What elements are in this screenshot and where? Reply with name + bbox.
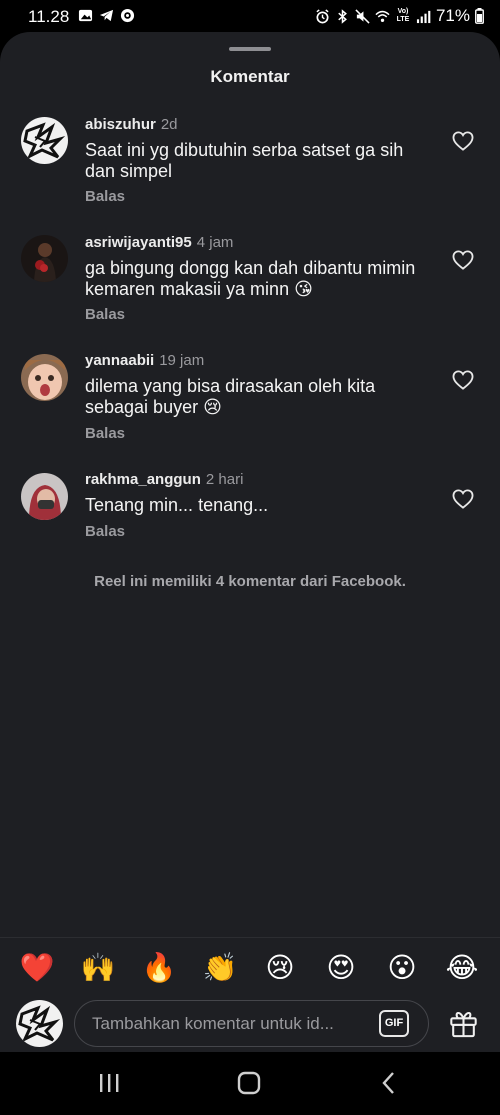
avatar-image-icon bbox=[16, 1000, 63, 1047]
my-avatar bbox=[16, 1000, 63, 1047]
comment-text: dilema yang bisa dirasakan oleh kita seb… bbox=[85, 376, 376, 417]
quick-reactions: ❤️ 🙌 🔥 👏 😢 😍 😮 😂 bbox=[0, 950, 500, 986]
reaction-raised-hands-icon[interactable]: 🙌 bbox=[78, 950, 118, 986]
comment-input-box: GIF bbox=[74, 1000, 429, 1047]
telegram-icon bbox=[99, 9, 114, 22]
comments-sheet: Komentar abiszuhur 2d Saat ini yg dibutuh… bbox=[0, 32, 500, 1052]
avatar[interactable] bbox=[21, 235, 68, 282]
status-bar: 11.28 Vo) LTE 71% bbox=[0, 0, 500, 34]
reaction-clap-icon[interactable]: 👏 bbox=[200, 950, 240, 986]
comment-username[interactable]: abiszuhur bbox=[85, 116, 156, 133]
comment-text: Saat ini yg dibutuhin serba satset ga si… bbox=[85, 140, 404, 181]
gif-button[interactable]: GIF bbox=[379, 1010, 409, 1037]
avatar[interactable] bbox=[21, 117, 68, 164]
comment-username[interactable]: rakhma_anggun bbox=[85, 471, 201, 488]
like-heart-icon[interactable] bbox=[452, 250, 474, 270]
recent-apps-icon[interactable] bbox=[94, 1070, 124, 1096]
avatar-image-icon bbox=[21, 354, 68, 401]
avatar-image-icon bbox=[21, 117, 68, 164]
avatar-image-icon bbox=[21, 473, 68, 520]
comment-time: 2 hari bbox=[205, 471, 244, 488]
battery-percent: 71% bbox=[435, 6, 470, 25]
like-heart-icon[interactable] bbox=[452, 489, 474, 509]
mute-icon bbox=[355, 8, 370, 24]
reply-button[interactable]: Balas bbox=[85, 523, 125, 540]
status-time: 11.28 bbox=[28, 7, 70, 26]
battery-icon bbox=[475, 8, 484, 24]
reaction-cry-icon[interactable]: 😢 bbox=[260, 950, 300, 986]
alarm-icon bbox=[316, 8, 329, 23]
comment-time: 4 jam bbox=[196, 234, 234, 251]
app-icon bbox=[120, 8, 135, 23]
home-icon[interactable] bbox=[234, 1070, 264, 1096]
reply-button[interactable]: Balas bbox=[85, 306, 125, 323]
comment-username[interactable]: yannaabii bbox=[85, 352, 154, 369]
reaction-fire-icon[interactable]: 🔥 bbox=[139, 950, 179, 986]
system-icons: Vo) LTE 71% bbox=[315, 6, 484, 26]
comments-source-note: Reel ini memiliki 4 komentar dari Facebo… bbox=[94, 573, 406, 590]
notification-icons bbox=[78, 8, 135, 23]
gallery-icon bbox=[78, 9, 93, 22]
comment-text: ga bingung dongg kan dah dibantu mimin k… bbox=[85, 258, 416, 299]
lte-label: Vo) LTE bbox=[396, 8, 410, 23]
comment-text: Tenang min... tenang... bbox=[85, 495, 269, 515]
reply-button[interactable]: Balas bbox=[85, 425, 125, 442]
like-heart-icon[interactable] bbox=[452, 370, 474, 390]
reaction-heart-eyes-icon[interactable]: 😍 bbox=[321, 950, 361, 986]
like-heart-icon[interactable] bbox=[452, 131, 474, 151]
divider bbox=[0, 937, 500, 938]
reaction-laugh-icon[interactable]: 😂 bbox=[442, 950, 482, 986]
system-nav-bar bbox=[0, 1052, 500, 1115]
reply-button[interactable]: Balas bbox=[85, 188, 125, 205]
comment-username[interactable]: asriwijayanti95 bbox=[85, 234, 192, 251]
reaction-surprised-icon[interactable]: 😮 bbox=[382, 950, 422, 986]
avatar[interactable] bbox=[21, 354, 68, 401]
back-icon[interactable] bbox=[374, 1070, 404, 1096]
sheet-title: Komentar bbox=[210, 67, 290, 86]
avatar[interactable] bbox=[21, 473, 68, 520]
reaction-heart-icon[interactable]: ❤️ bbox=[17, 950, 57, 986]
gift-icon[interactable] bbox=[448, 1008, 479, 1038]
signal-icon bbox=[416, 10, 431, 23]
comment-input[interactable] bbox=[92, 1001, 362, 1046]
drag-handle[interactable] bbox=[229, 47, 271, 51]
comment-composer: GIF bbox=[0, 998, 500, 1050]
wifi-icon bbox=[375, 10, 390, 22]
comment-time: 2d bbox=[160, 116, 178, 133]
comment-time: 19 jam bbox=[159, 352, 205, 369]
bluetooth-icon bbox=[338, 8, 347, 24]
avatar-image-icon bbox=[21, 235, 68, 282]
